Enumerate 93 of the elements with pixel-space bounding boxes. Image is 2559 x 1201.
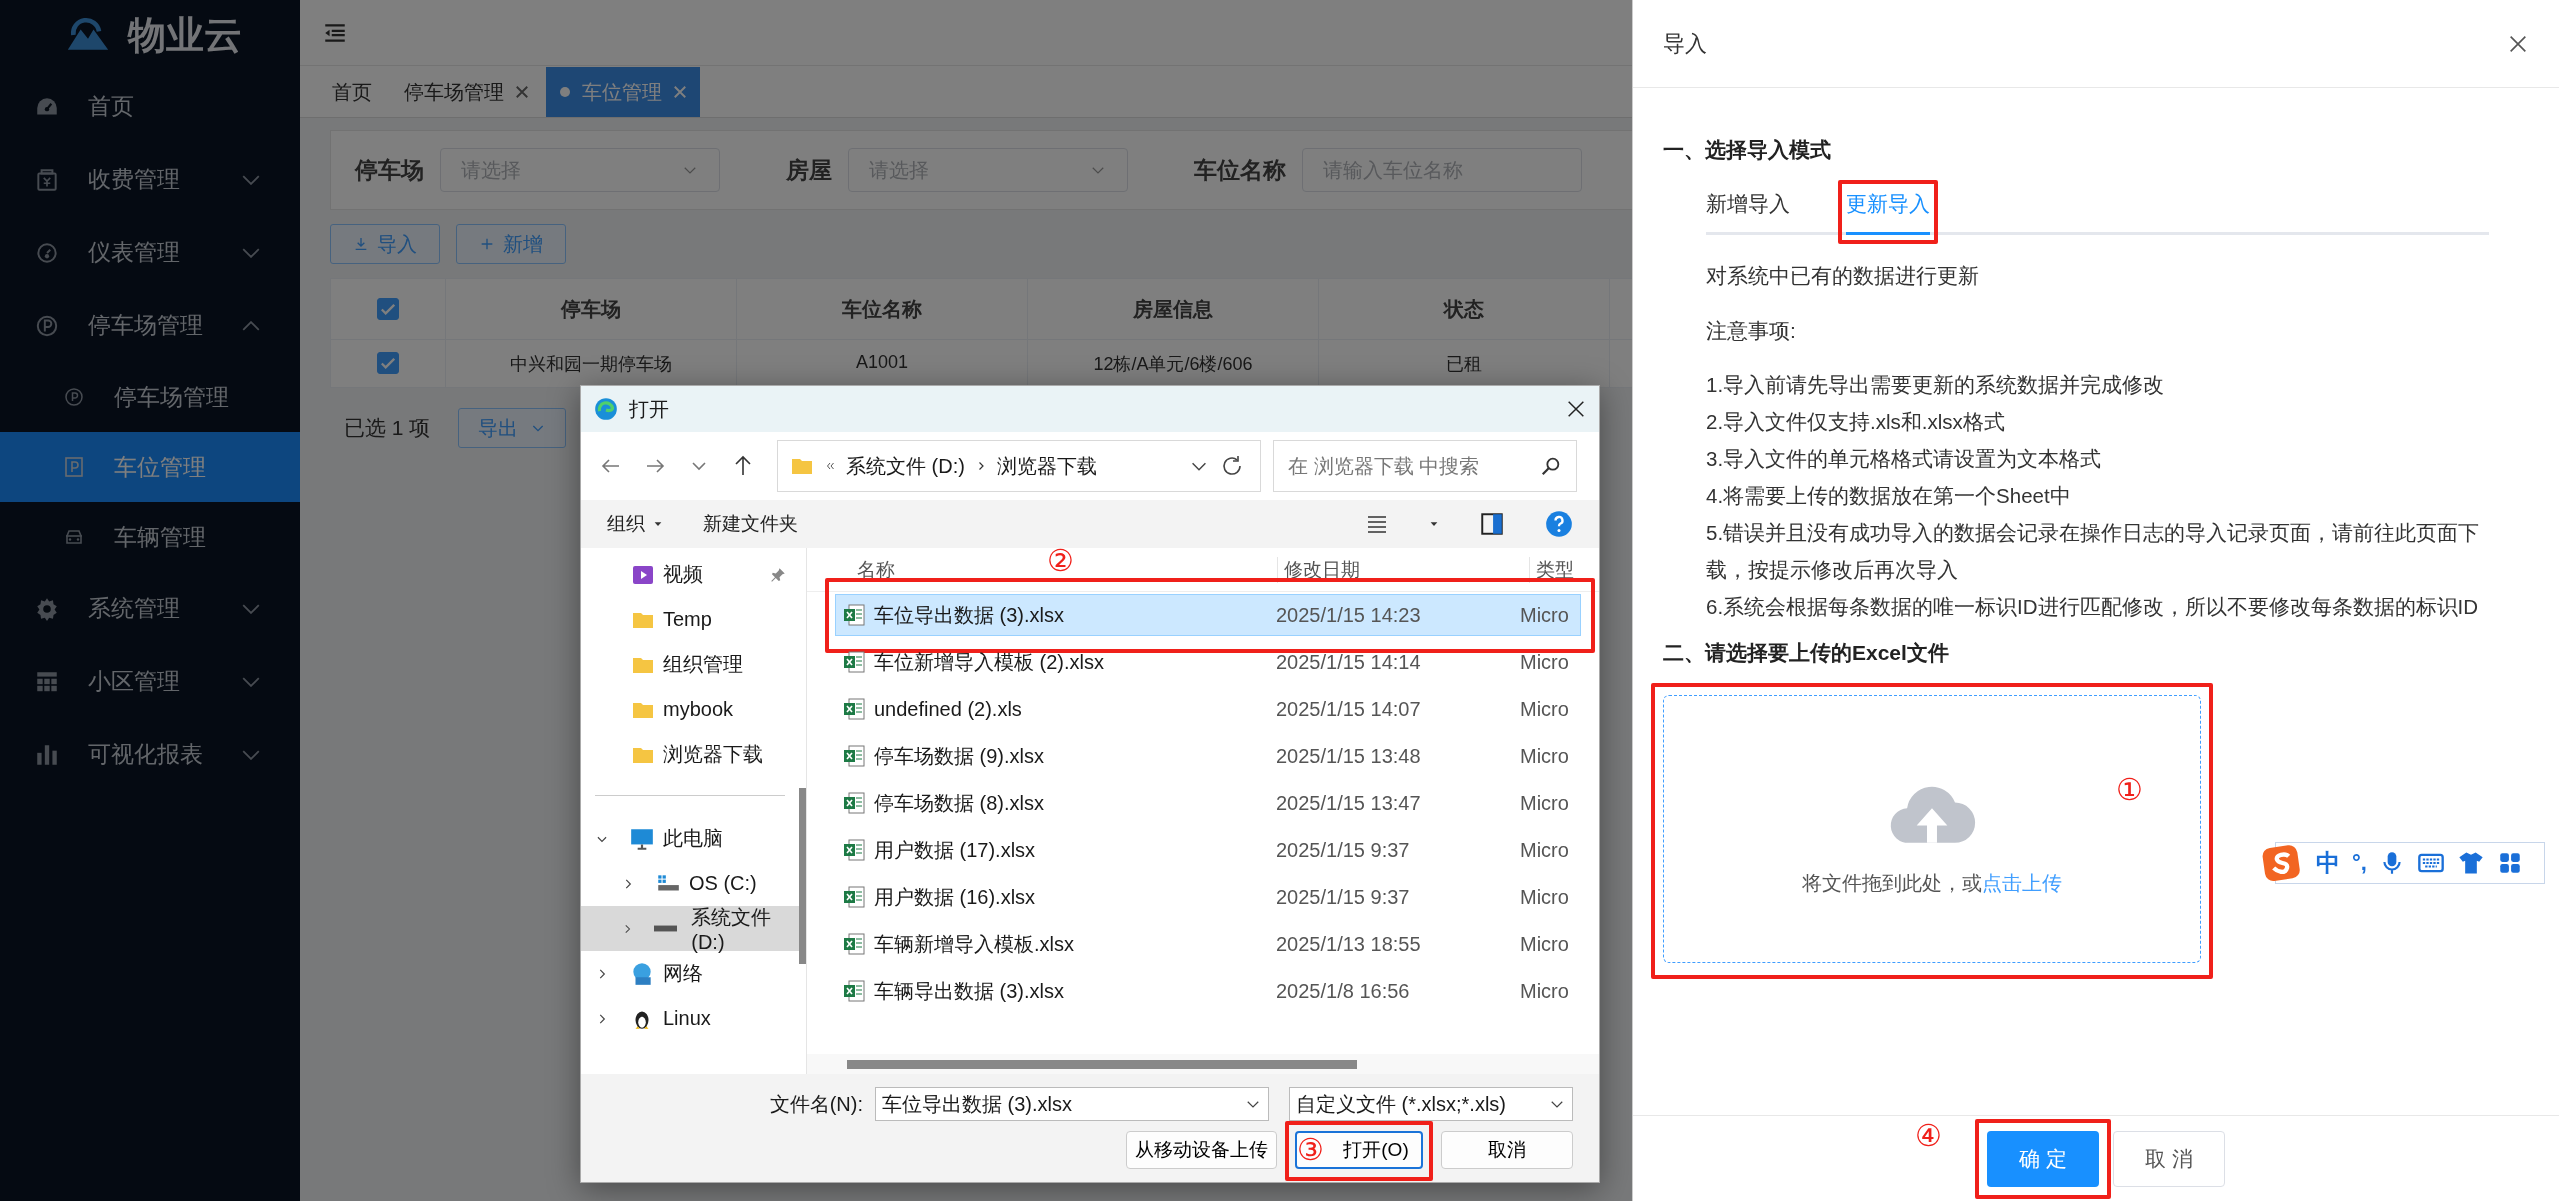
navigation-item[interactable]: Linux <box>581 996 799 1041</box>
column-header: 停车场 <box>446 279 737 339</box>
dialog-button[interactable]: 从移动设备上传 <box>1126 1131 1277 1169</box>
dialog-button[interactable]: 取消 <box>1441 1131 1573 1169</box>
filename-field[interactable]: 车位导出数据 (3).xlsx <box>875 1087 1269 1121</box>
callout-number: ① <box>2116 774 2143 805</box>
note-text: 6.系统会根据每条数据的唯一标识ID进行匹配修改，所以不要修改每条数据的标识ID <box>1706 593 2480 620</box>
file-row[interactable]: 车位导出数据 (3).xlsx 2025/1/15 14:23 Micro <box>835 594 1581 636</box>
note-text: 1.导入前请先导出需要更新的系统数据并完成修改 <box>1706 371 2166 398</box>
file-row[interactable]: 车位新增导入模板 (2).xlsx 2025/1/15 14:14 Micro <box>835 641 1581 683</box>
file-row[interactable]: 车辆导出数据 (3).xlsx 2025/1/8 16:56 Micro <box>835 970 1581 1012</box>
scrollbar[interactable] <box>847 1059 1357 1069</box>
checkbox[interactable] <box>377 298 399 320</box>
caret-down-icon[interactable] <box>1429 519 1439 529</box>
filename-label: 文件名(N): <box>769 1091 863 1117</box>
navigation-item[interactable]: Temp <box>581 597 799 642</box>
path-segment[interactable]: 系统文件 (D:) <box>846 452 965 480</box>
toolbar-button[interactable]: 新建文件夹 <box>703 511 798 537</box>
description-text: 对系统中已有的数据进行更新 <box>1706 263 1980 289</box>
note-text: 5.错误并且没有成功导入的数据会记录在操作日志的导入记录页面，请前往此页面下载，按提示修改后再次导入 <box>1706 519 2481 583</box>
note-text: 3.导入文件的单元格格式请设置为文本格式 <box>1706 445 2103 472</box>
navigation-item[interactable]: 浏览器下载 <box>581 732 799 777</box>
file-row[interactable]: 用户数据 (17).xlsx 2025/1/15 9:37 Micro <box>835 829 1581 871</box>
download-icon <box>353 236 369 252</box>
parking-sign-icon <box>62 455 86 479</box>
punctuation-toggle[interactable]: °, <box>2352 850 2367 876</box>
ime-logo-icon[interactable] <box>2262 843 2302 883</box>
caret-down-icon <box>653 519 663 529</box>
navigation-item[interactable]: 视频 <box>581 552 799 597</box>
active-dot <box>560 87 570 97</box>
section-title: 一、选择导入模式 <box>1663 137 1832 163</box>
navigation-item[interactable]: mybook <box>581 687 799 732</box>
filter-label: 停车场 <box>355 155 424 185</box>
receipt-box-icon <box>34 166 60 193</box>
file-row[interactable]: undefined (2).xls 2025/1/15 14:07 Micro <box>835 688 1581 730</box>
scrollbar[interactable] <box>799 788 806 964</box>
checkmark-icon <box>381 303 395 315</box>
column-header: 车位名称 <box>737 279 1028 339</box>
search-icon <box>1540 455 1562 477</box>
help-icon[interactable] <box>1545 510 1573 538</box>
navigation-item[interactable]: OS (C:) <box>581 861 799 906</box>
double-chevron-icon <box>824 460 836 472</box>
drawer-title: 导入 <box>1663 29 1707 58</box>
checkmark-icon <box>381 357 395 369</box>
filter-label: 房屋 <box>786 155 832 185</box>
selection-count: 已选 1 项 <box>344 415 431 441</box>
input-mode-toggle[interactable]: 中 <box>2316 847 2340 879</box>
address-bar[interactable]: 系统文件 (D:) 浏览器下载 <box>777 440 1261 492</box>
close-icon[interactable] <box>1565 398 1587 420</box>
spreadsheet-file-icon <box>842 791 866 815</box>
spreadsheet-file-icon <box>842 979 866 1003</box>
callout-number: ④ <box>1915 1120 1942 1151</box>
column-header: 房屋信息 <box>1028 279 1319 339</box>
browser-logo-icon <box>593 396 619 422</box>
section-title: 二、请选择要上传的Excel文件 <box>1663 639 1950 666</box>
mode-tab[interactable]: 新增导入 <box>1706 190 1790 235</box>
path-segment[interactable]: 浏览器下载 <box>996 452 1097 480</box>
filter-label: 车位名称 <box>1194 155 1286 185</box>
checkbox[interactable] <box>377 352 399 374</box>
plus-icon <box>479 236 495 252</box>
navigation-item[interactable]: 系统文件 (D:) <box>581 906 799 951</box>
file-row[interactable]: 车辆新增导入模板.xlsx 2025/1/13 18:55 Micro <box>835 923 1581 965</box>
spreadsheet-file-icon <box>842 744 866 768</box>
spreadsheet-file-icon <box>842 932 866 956</box>
app-logo-text: 物业云 <box>128 12 242 58</box>
parking-icon <box>62 385 86 409</box>
toolbar-button[interactable]: 组织 <box>607 511 663 537</box>
dialog-title: 打开 <box>629 396 669 422</box>
note-text: 2.导入文件仅支持.xls和.xlsx格式 <box>1706 408 2006 435</box>
column-header: 状态 <box>1319 279 1610 339</box>
upload-hint: 将文件拖到此处，或点击上传 <box>1802 871 2062 897</box>
callout-number: ② <box>1047 548 1074 576</box>
preview-pane-icon[interactable] <box>1479 511 1505 537</box>
file-row[interactable]: 停车场数据 (8).xlsx 2025/1/15 13:47 Micro <box>835 782 1581 824</box>
page-tab[interactable]: 停车场管理 <box>390 67 542 117</box>
note-text: 4.将需要上传的数据放在第一个Sheet中 <box>1706 482 2072 509</box>
search-field[interactable]: 在 浏览器下载 中搜索 <box>1273 440 1577 492</box>
callout-number: ③ <box>1297 1135 1324 1165</box>
drive-icon <box>653 925 678 932</box>
navigation-item[interactable]: 组织管理 <box>581 642 799 687</box>
file-row[interactable]: 用户数据 (16).xlsx 2025/1/15 9:37 Micro <box>835 876 1581 918</box>
spreadsheet-file-icon <box>842 697 866 721</box>
cancel-button[interactable]: 取 消 <box>2113 1130 2225 1187</box>
spreadsheet-file-icon <box>842 838 866 862</box>
file-row[interactable]: 停车场数据 (9).xlsx 2025/1/15 13:48 Micro <box>835 735 1581 777</box>
refresh-icon[interactable] <box>1220 454 1244 478</box>
notes-title: 注意事项: <box>1706 318 1797 345</box>
spreadsheet-file-icon <box>842 885 866 909</box>
navigation-item[interactable]: 此电脑 <box>581 816 799 861</box>
page-tab[interactable]: 首页 <box>318 67 386 117</box>
spreadsheet-file-icon <box>842 603 866 627</box>
file-type-select[interactable]: 自定义文件 (*.xlsx;*.xls) <box>1289 1087 1573 1121</box>
spreadsheet-file-icon <box>842 650 866 674</box>
